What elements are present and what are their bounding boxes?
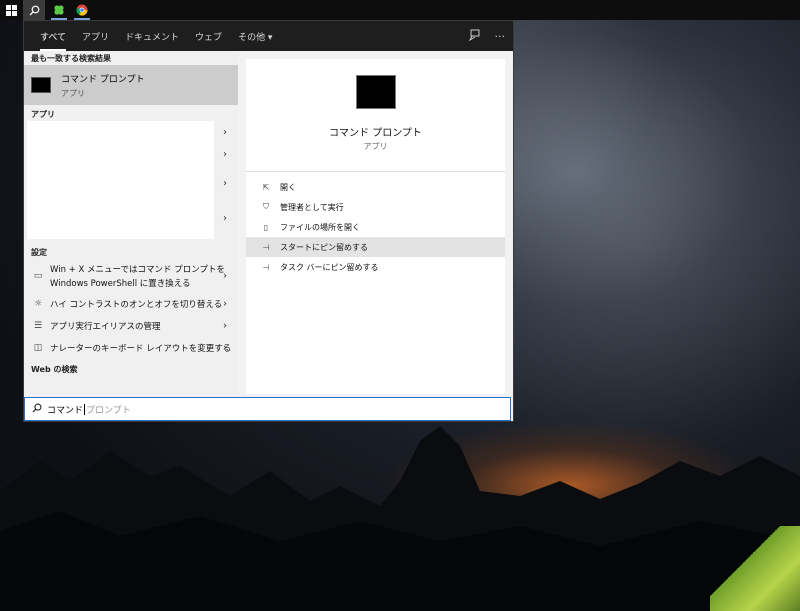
chevron-right-icon: › [223,320,227,332]
best-match-heading: 最も一致する検索結果 [31,53,111,63]
action-label: 管理者として実行 [280,202,344,212]
taskbar-app-chrome[interactable] [71,0,93,20]
apps-results: › › › › [24,121,238,239]
feedback-icon[interactable] [468,29,481,44]
list-icon: ☰ [33,321,43,331]
clover-app-icon [54,5,64,15]
mountain-silhouette [0,426,800,611]
brightness-icon: ☼ [33,299,43,309]
chevron-right-icon[interactable]: › [223,127,227,138]
best-match-subtitle: アプリ [61,88,85,98]
chevron-right-icon: › [223,342,227,354]
best-match-result[interactable]: コマンド プロンプト アプリ [24,65,238,105]
action-label: タスク バーにピン留めする [280,262,379,272]
apps-heading: アプリ [31,109,55,119]
action-pin-to-taskbar[interactable]: ⊣ タスク バーにピン留めする [246,257,505,277]
detail-subtitle: アプリ [363,142,388,151]
monitor-icon: ▭ [33,271,43,281]
setting-item-powershell[interactable]: ▭ Win + X メニューではコマンド プロンプトを Windows Powe… [24,259,238,293]
tab-web[interactable]: ウェブ [187,21,230,51]
tab-all[interactable]: すべて [32,21,74,51]
tab-apps[interactable]: アプリ [74,21,117,51]
setting-label-line1: Win + X メニューではコマンド プロンプトを [50,265,225,275]
narrator-icon: ◫ [33,343,43,353]
chrome-icon [76,4,88,16]
taskbar-search-button[interactable] [23,0,45,20]
detail-actions: ⇱ 開く ⛉ 管理者として実行 ▯ ファイルの場所を開く ⊣ スタートにピン留め… [246,177,505,277]
more-options-icon[interactable]: ··· [495,30,506,43]
action-open[interactable]: ⇱ 開く [246,177,505,197]
result-detail-pane: コマンド プロンプト アプリ ⇱ 開く ⛉ 管理者として実行 ▯ ファイルの場所… [246,59,505,394]
search-icon [32,403,42,416]
pin-icon: ⊣ [262,262,270,272]
taskbar-app-clover[interactable] [48,0,70,20]
apps-results-area [27,121,214,239]
search-query-text: コマンド [47,405,84,416]
chevron-right-icon[interactable]: › [223,178,227,189]
search-icon [29,5,39,15]
chevron-right-icon: › [223,298,227,310]
setting-label: ナレーターのキーボード レイアウトを変更する [50,344,232,354]
search-panel: すべて アプリ ドキュメント ウェブ その他 ▾ ··· 最も一致する検索結果 … [23,20,514,422]
divider [246,171,505,172]
setting-item-app-alias[interactable]: ☰ アプリ実行エイリアスの管理 › [24,315,238,337]
search-filter-bar: すべて アプリ ドキュメント ウェブ その他 ▾ ··· [24,21,513,51]
web-search-heading: Web の検索 [31,364,78,374]
shield-icon: ⛉ [263,202,269,211]
action-label: 開く [280,182,296,192]
action-pin-to-start[interactable]: ⊣ スタートにピン留めする [246,237,505,257]
command-prompt-large-icon [356,75,396,109]
pin-icon: ⊣ [262,242,270,252]
windows-logo-icon [5,4,17,16]
detail-title: コマンド プロンプト [329,128,422,139]
tab-documents[interactable]: ドキュメント [117,21,187,51]
chevron-right-icon[interactable]: › [223,149,227,160]
setting-item-high-contrast[interactable]: ☼ ハイ コントラストのオンとオフを切り替える › [24,293,238,315]
text-caret [84,403,86,415]
action-label: スタートにピン留めする [280,242,368,252]
best-match-title: コマンド プロンプト [61,74,145,85]
settings-heading: 設定 [31,247,47,257]
results-list: 最も一致する検索結果 コマンド プロンプト アプリ アプリ › › › › 設定… [24,51,238,394]
file-icon: ▯ [263,222,269,232]
setting-label: アプリ実行エイリアスの管理 [50,322,161,332]
command-prompt-icon [31,77,51,93]
action-open-file-location[interactable]: ▯ ファイルの場所を開く [246,217,505,237]
tent [710,526,800,611]
chevron-right-icon[interactable]: › [223,213,227,224]
taskbar [0,0,800,20]
action-label: ファイルの場所を開く [280,222,360,232]
action-run-as-admin[interactable]: ⛉ 管理者として実行 [246,197,505,217]
chevron-right-icon: › [223,270,227,282]
setting-item-narrator[interactable]: ◫ ナレーターのキーボード レイアウトを変更する › [24,337,238,359]
start-button[interactable] [0,0,22,20]
search-autocomplete-suggestion: プロンプト [86,405,131,416]
search-input[interactable]: コマンド プロンプト [24,397,511,421]
open-icon: ⇱ [262,182,270,192]
setting-label: ハイ コントラストのオンとオフを切り替える [50,300,223,310]
tab-more[interactable]: その他 ▾ [230,21,280,51]
setting-label-line2: Windows PowerShell に置き換える [50,279,191,289]
